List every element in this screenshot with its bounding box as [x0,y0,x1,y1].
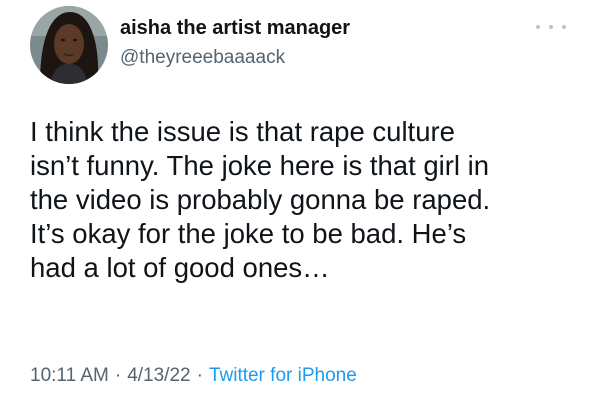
separator: · [196,365,203,386]
tweet-text-line: isn’t funny. The joke here is that girl … [30,150,490,181]
avatar[interactable] [30,6,108,84]
tweet-source-link[interactable]: Twitter for iPhone [209,365,357,386]
tweet-text: I think the issue is that rape culture i… [30,115,580,285]
tweet-card: aisha the artist manager @theyreeebaaaac… [0,0,595,410]
tweet-text-line: It’s okay for the joke to be bad. He’s [30,218,467,249]
separator: · [114,365,122,386]
tweet-time[interactable]: 10:11 AM [30,365,109,386]
tweet-text-line: had a lot of good ones… [30,252,330,283]
user-handle[interactable]: @theyreeebaaaack [120,47,285,69]
tweet-date[interactable]: 4/13/22 [127,365,190,386]
tweet-text-line: I think the issue is that rape culture [30,116,455,147]
more-dot [562,25,566,29]
tweet-metadata: 10:11 AM · 4/13/22 · Twitter for iPhone [30,365,357,387]
more-dot [549,25,553,29]
tweet-text-line: the video is probably gonna be raped. [30,184,491,215]
more-dots-icon[interactable] [536,20,566,34]
more-dot [536,25,540,29]
display-name[interactable]: aisha the artist manager [120,17,350,40]
avatar-image [30,6,108,84]
